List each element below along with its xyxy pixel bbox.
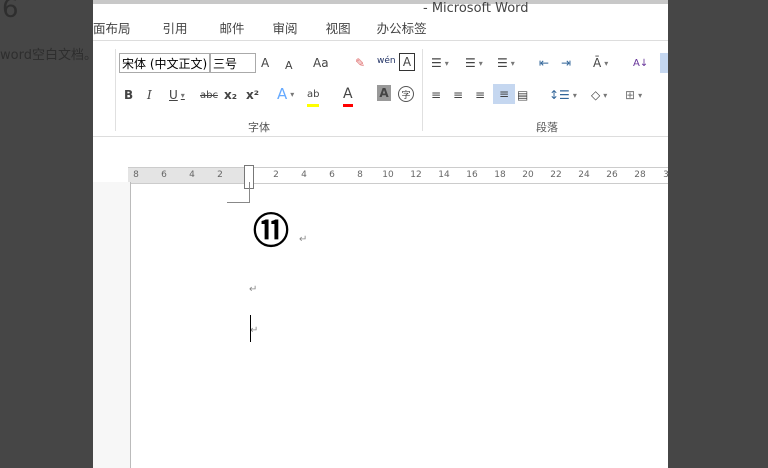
- left-margin-area: [93, 182, 131, 468]
- text-cursor: [250, 315, 251, 342]
- ribbon: 宋体 (中文正文) 三号 A A Aa ✎ wén A B I U ▾ abc x…: [93, 40, 668, 137]
- paragraph-group-label: 段落: [536, 121, 558, 134]
- tab-layout[interactable]: 面布局: [93, 18, 163, 37]
- strikethrough-button[interactable]: abc: [200, 85, 218, 105]
- text-effects-button[interactable]: A ▾: [277, 84, 294, 104]
- align-right-icon[interactable]: ≡: [475, 85, 485, 105]
- background-number: 6: [2, 0, 19, 24]
- subscript-button[interactable]: x₂: [224, 85, 237, 105]
- window-title: - Microsoft Word: [423, 1, 529, 16]
- sort-icon[interactable]: A↓: [633, 53, 648, 73]
- bullets-icon[interactable]: ☰ ▾: [431, 53, 449, 73]
- paragraph-mark: ↵: [249, 284, 258, 295]
- clear-format-icon[interactable]: ✎: [355, 53, 365, 73]
- italic-button[interactable]: I: [147, 85, 152, 105]
- distributed-icon[interactable]: ▤: [517, 85, 528, 105]
- bold-button[interactable]: B: [124, 85, 133, 105]
- font-name-select[interactable]: 宋体 (中文正文): [119, 53, 210, 73]
- superscript-button[interactable]: x²: [246, 85, 259, 105]
- align-center-icon[interactable]: ≡: [453, 85, 463, 105]
- font-color-button[interactable]: A: [343, 84, 353, 107]
- shrink-font-button[interactable]: A: [285, 55, 293, 75]
- tab-review[interactable]: 审阅: [273, 18, 326, 37]
- numbering-icon[interactable]: ☰ ▾: [465, 53, 483, 73]
- title-bar: [93, 0, 668, 4]
- word-window: - Microsoft Word 面布局 引用 邮件 审阅 视图 办公标签 宋体…: [93, 0, 668, 468]
- font-size-select[interactable]: 三号: [210, 53, 256, 73]
- tab-view[interactable]: 视图: [326, 18, 377, 37]
- char-shading-button[interactable]: A: [377, 85, 391, 101]
- enclose-char-button[interactable]: 字: [398, 86, 414, 102]
- margin-corner: [227, 182, 250, 203]
- multilevel-list-icon[interactable]: ☰ ▾: [497, 53, 515, 73]
- ribbon-tabs: 面布局 引用 邮件 审阅 视图 办公标签: [93, 18, 445, 37]
- increase-indent-icon[interactable]: ⇥: [561, 53, 571, 73]
- justify-icon[interactable]: ≡: [493, 84, 515, 104]
- line-spacing-icon[interactable]: ↕☰ ▾: [549, 85, 577, 105]
- grow-font-button[interactable]: A: [261, 53, 269, 73]
- horizontal-ruler[interactable]: 8 6 4 2 2 4 6 8 10 12 14 16 18 20 22 24 …: [128, 165, 668, 189]
- paragraph-mark: ↵: [250, 325, 259, 336]
- paragraph-mark: ↵: [299, 234, 308, 245]
- char-border-button[interactable]: A: [399, 53, 415, 71]
- tab-mailings[interactable]: 邮件: [220, 18, 273, 37]
- borders-icon[interactable]: ⊞ ▾: [625, 85, 642, 105]
- circled-number: ⑪: [253, 211, 290, 252]
- background-text: word空白文档。: [0, 48, 97, 63]
- chinese-layout-icon[interactable]: Ā ▾: [593, 53, 608, 73]
- show-marks-button[interactable]: [660, 53, 668, 73]
- decrease-indent-icon[interactable]: ⇤: [539, 53, 549, 73]
- shading-icon[interactable]: ◇ ▾: [591, 85, 607, 105]
- underline-button[interactable]: U ▾: [169, 85, 185, 105]
- tab-office-tabs[interactable]: 办公标签: [377, 18, 445, 37]
- change-case-button[interactable]: Aa: [313, 53, 329, 73]
- tab-references[interactable]: 引用: [163, 18, 220, 37]
- font-group-label: 字体: [248, 121, 270, 134]
- highlight-button[interactable]: ab: [307, 84, 320, 107]
- phonetic-guide-button[interactable]: wén: [377, 51, 396, 71]
- align-left-icon[interactable]: ≡: [431, 85, 441, 105]
